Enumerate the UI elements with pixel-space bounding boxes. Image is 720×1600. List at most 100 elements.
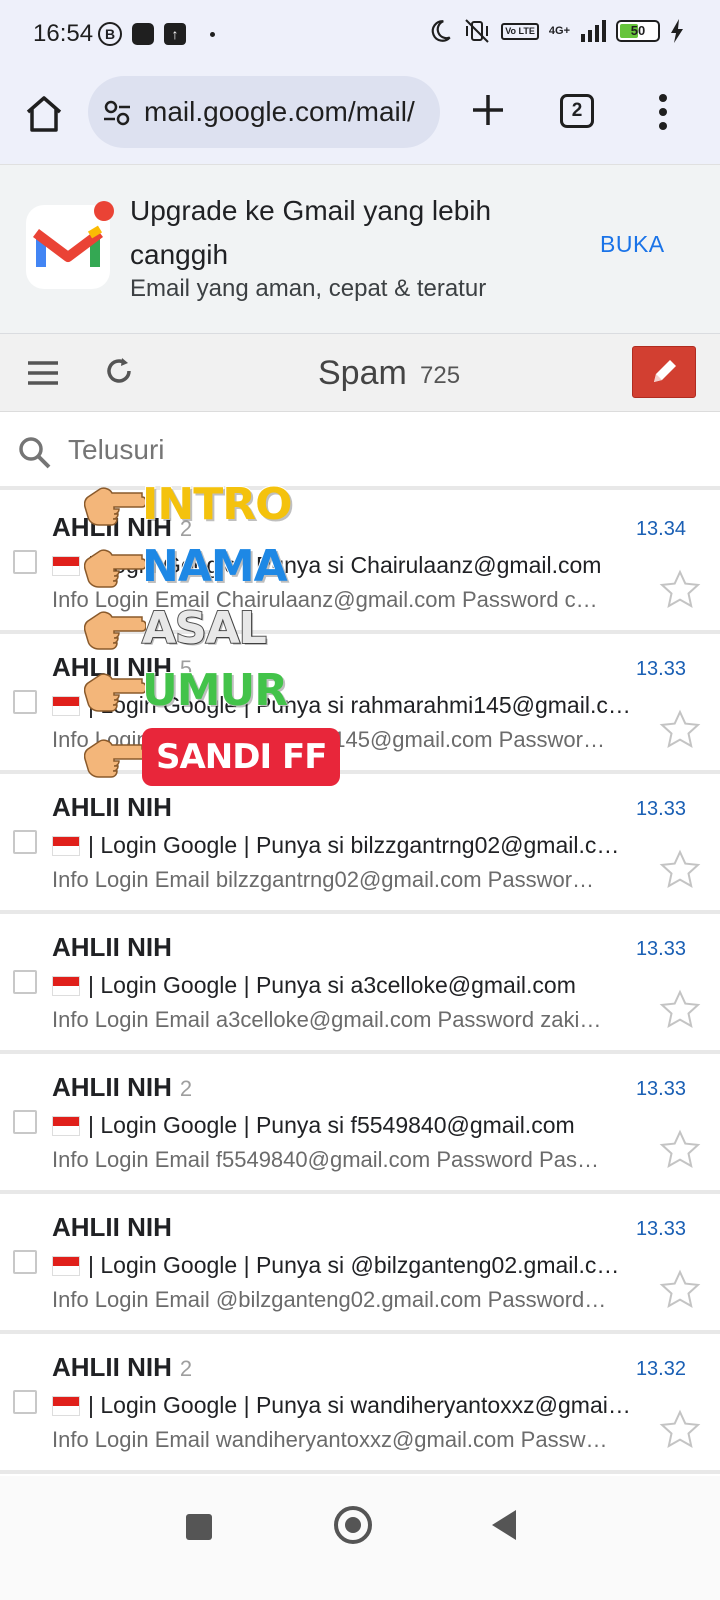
open-app-button[interactable]: BUKA: [600, 231, 665, 258]
system-icons: Vo LTE 4G+ 50: [427, 18, 684, 44]
email-snippet: Info Login Email bilzzgantrng02@gmail.co…: [52, 867, 595, 892]
email-time: 13.32: [635, 1358, 686, 1380]
email-time: 13.33: [635, 938, 686, 960]
system-nav-bar: [0, 1476, 720, 1600]
status-time: 16:54: [33, 20, 94, 47]
address-bar[interactable]: mail.google.com/mail/: [88, 76, 440, 148]
thread-count: 2: [179, 1356, 193, 1381]
select-checkbox[interactable]: [13, 1390, 37, 1414]
sender-name: AHLII NIH: [52, 792, 172, 822]
select-checkbox[interactable]: [13, 1250, 37, 1274]
sender-name: AHLII NIH: [52, 1212, 172, 1242]
promo-title: Upgrade ke Gmail yang lebih canggih: [130, 195, 492, 270]
home-icon[interactable]: [22, 92, 66, 136]
email-row[interactable]: AHLII NIH 13.33 | Login Google | Punya si …: [0, 1194, 720, 1334]
sticker-umur: UMUR: [84, 665, 289, 717]
home-button[interactable]: [334, 1506, 372, 1544]
battery-level: 50: [630, 23, 646, 38]
indonesia-flag-icon: [52, 1395, 80, 1416]
app-notification-icon: [132, 23, 154, 45]
pointing-hand-icon: [84, 487, 146, 526]
recents-button[interactable]: [186, 1514, 212, 1540]
email-subject: | Login Google | Punya si wandiheryantox…: [88, 1392, 631, 1418]
select-checkbox[interactable]: [13, 970, 37, 994]
b-badge-icon: B: [98, 22, 122, 46]
tab-count: 2: [571, 100, 583, 121]
email-subject: | Login Google | Punya si f5549840@gmail…: [88, 1112, 575, 1138]
menu-icon[interactable]: [26, 358, 60, 388]
thread-count: 2: [179, 1076, 193, 1101]
back-button[interactable]: [490, 1508, 520, 1542]
tab-switcher-button[interactable]: 2: [560, 94, 594, 128]
notification-dot: [94, 201, 114, 221]
email-time: 13.33: [635, 658, 686, 680]
star-icon[interactable]: [658, 1268, 702, 1312]
star-icon[interactable]: [658, 1128, 702, 1172]
email-snippet: Info Login Email a3celloke@gmail.com Pas…: [52, 1007, 602, 1032]
sticker-sandi-label: SANDI FF: [142, 728, 341, 786]
compose-button[interactable]: [632, 346, 696, 398]
email-time: 13.34: [635, 518, 686, 540]
email-row[interactable]: AHLII NIH 2 13.32 | Login Google | Punya si…: [0, 1334, 720, 1474]
email-subject: | Login Google | Punya si @bilzganteng02…: [88, 1252, 632, 1278]
more-options-icon[interactable]: [656, 92, 670, 132]
email-sender: AHLII NIH 2: [52, 1352, 192, 1383]
sticker-intro: INTRO: [84, 479, 293, 531]
star-icon[interactable]: [658, 708, 702, 752]
browser-toolbar: mail.google.com/mail/ 2: [0, 68, 720, 164]
refresh-icon[interactable]: [102, 354, 136, 388]
pointing-hand-icon: [84, 611, 146, 650]
search-input[interactable]: [68, 428, 668, 472]
email-snippet: Info Login Email @bilzganteng02.gmail.co…: [52, 1287, 607, 1312]
sender-name: AHLII NIH: [52, 1072, 172, 1102]
email-snippet: Info Login Email wandiheryantoxxz@gmail.…: [52, 1427, 608, 1452]
pointing-hand-icon: [84, 673, 146, 712]
pointing-hand-icon: [84, 549, 146, 588]
gmail-app-promo: Upgrade ke Gmail yang lebih canggih Emai…: [0, 164, 720, 334]
indonesia-flag-icon: [52, 695, 80, 716]
sticker-asal: ASAL: [84, 603, 268, 655]
select-checkbox[interactable]: [13, 830, 37, 854]
email-sender: AHLII NIH 2: [52, 1072, 192, 1103]
email-subject-line: | Login Google | Punya si a3celloke@gmai…: [52, 972, 632, 999]
select-checkbox[interactable]: [13, 690, 37, 714]
battery-icon: 50: [616, 20, 660, 42]
more-notifications-icon: [210, 31, 215, 37]
star-icon[interactable]: [658, 568, 702, 612]
sticker-umur-label: UMUR: [141, 665, 289, 717]
site-settings-icon[interactable]: [102, 98, 132, 128]
email-subject: | Login Google | Punya si a3celloke@gmai…: [88, 972, 576, 998]
indonesia-flag-icon: [52, 975, 80, 996]
star-icon[interactable]: [658, 988, 702, 1032]
indonesia-flag-icon: [52, 835, 80, 856]
home-dot-icon: [345, 1517, 361, 1533]
sticker-nama: NAMA: [84, 541, 289, 593]
email-sender: AHLII NIH: [52, 932, 180, 963]
indonesia-flag-icon: [52, 555, 80, 576]
signal-icon: [581, 20, 606, 42]
select-checkbox[interactable]: [13, 1110, 37, 1134]
do-not-disturb-moon-icon: [431, 20, 451, 42]
url-text: mail.google.com/mail/: [144, 96, 415, 127]
email-time: 13.33: [635, 798, 686, 820]
star-icon[interactable]: [658, 1408, 702, 1452]
star-icon[interactable]: [658, 848, 702, 892]
indonesia-flag-icon: [52, 1255, 80, 1276]
sender-name: AHLII NIH: [52, 932, 172, 962]
folder-count: 725: [420, 362, 461, 389]
email-snippet: Info Login Email f5549840@gmail.com Pass…: [52, 1147, 599, 1172]
new-tab-plus-icon[interactable]: [470, 92, 506, 128]
sticker-nama-label: NAMA: [141, 541, 289, 593]
notification-icons: B ↑: [98, 22, 215, 46]
sticker-sandi: SANDI FF: [84, 728, 341, 786]
email-row[interactable]: AHLII NIH 13.33 | Login Google | Punya si …: [0, 774, 720, 914]
promo-subtitle: Email yang aman, cepat & teratur: [130, 275, 487, 302]
email-subject-line: | Login Google | Punya si wandiheryantox…: [52, 1392, 632, 1419]
sticker-asal-label: ASAL: [141, 603, 268, 655]
email-time: 13.33: [635, 1218, 686, 1240]
sticker-intro-label: INTRO: [141, 479, 293, 531]
email-row[interactable]: AHLII NIH 2 13.33 | Login Google | Punya si…: [0, 1054, 720, 1194]
email-row[interactable]: AHLII NIH 13.33 | Login Google | Punya si …: [0, 914, 720, 1054]
email-sender: AHLII NIH: [52, 792, 180, 823]
select-checkbox[interactable]: [13, 550, 37, 574]
